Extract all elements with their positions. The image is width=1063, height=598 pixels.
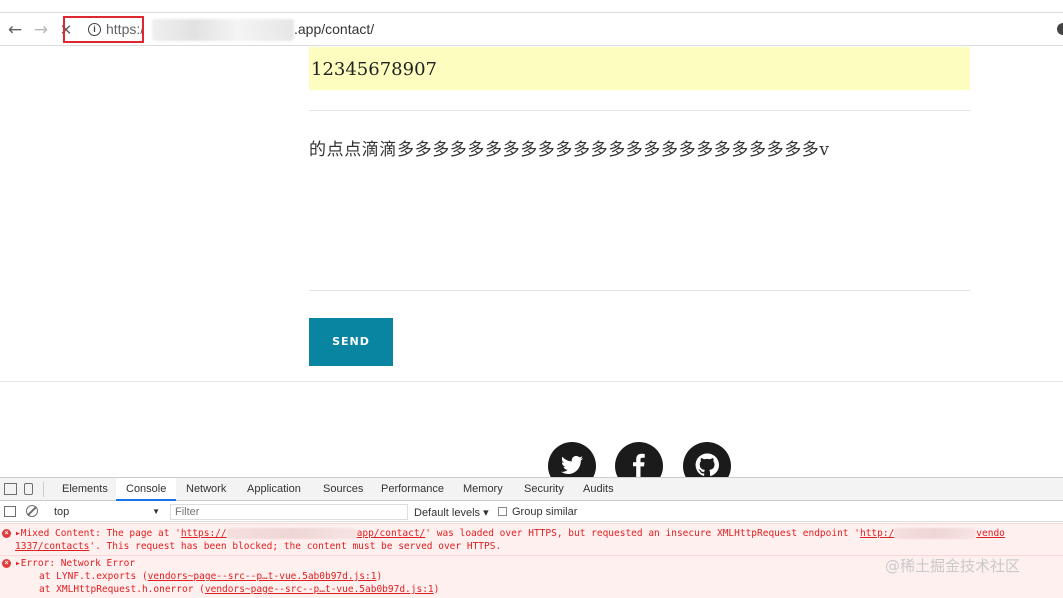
stack-frame-1-link[interactable]: vendors~page--src--p…t-vue.5ab0b97d.js:1	[148, 571, 377, 582]
endpoint-url-link[interactable]: http:/	[860, 528, 894, 539]
tab-elements[interactable]: Elements	[62, 483, 108, 495]
inspect-icon[interactable]	[4, 483, 17, 495]
message-value: 的点点滴滴多多多多多多多多多多多多多多多多多多多多多多多多v	[309, 140, 830, 160]
redacted-host	[226, 528, 357, 539]
twitter-icon	[561, 455, 583, 474]
browser-toolbar: ← → ✕ i https:/ .app/contact/	[0, 13, 1063, 46]
page-url-link[interactable]: https://	[181, 528, 227, 539]
tab-console[interactable]: Console	[126, 483, 166, 495]
url-host-redacted	[152, 19, 294, 41]
tab-audits[interactable]: Audits	[583, 483, 614, 495]
menu-edge-icon[interactable]	[1057, 23, 1063, 35]
back-arrow-icon[interactable]: ←	[4, 19, 26, 41]
console-sidebar-icon[interactable]	[4, 506, 16, 517]
tab-memory[interactable]: Memory	[463, 483, 503, 495]
levels-select[interactable]: Default levels ▾	[414, 506, 489, 519]
divider	[309, 290, 970, 291]
chevron-down-icon: ▼	[152, 507, 160, 516]
tab-performance[interactable]: Performance	[381, 483, 444, 495]
tab-application[interactable]: Application	[247, 483, 301, 495]
github-icon	[695, 453, 719, 477]
devtools-panel: Elements Console Network Application Sou…	[0, 477, 1063, 598]
message-field[interactable]: 的点点滴滴多多多多多多多多多多多多多多多多多多多多多多多多v	[309, 120, 970, 280]
context-select[interactable]: top ▼	[50, 504, 162, 520]
url-annotation-box	[63, 16, 144, 43]
mixed-content-line1: ▸Mixed Content: The page at 'https://app…	[15, 528, 1005, 539]
divider	[309, 110, 970, 111]
network-error-title[interactable]: ▸Error: Network Error	[15, 558, 135, 569]
group-similar-label: Group similar	[512, 506, 578, 518]
group-similar-checkbox[interactable]	[498, 507, 507, 516]
stack-frame-1: at LYNF.t.exports (vendors~page--src--p……	[39, 571, 383, 582]
context-value: top	[54, 506, 70, 518]
device-toolbar-icon[interactable]	[24, 483, 33, 495]
forward-arrow-icon[interactable]: →	[30, 19, 52, 41]
tab-sources[interactable]: Sources	[323, 483, 363, 495]
toolbar-separator	[43, 482, 44, 497]
error-icon: ×	[2, 529, 11, 538]
phone-value: 12345678907	[311, 59, 437, 80]
mixed-content-line2: 1337/contacts'. This request has been bl…	[15, 541, 502, 552]
phone-field[interactable]: 12345678907	[309, 47, 970, 90]
facebook-icon	[633, 453, 645, 477]
send-button[interactable]: SEND	[309, 318, 393, 366]
footer-divider	[0, 381, 1063, 382]
stack-frame-2-link[interactable]: vendors~page--src--p…t-vue.5ab0b97d.js:1	[205, 584, 434, 595]
endpoint-url-link-2[interactable]: 1337/contacts	[15, 541, 89, 552]
filter-input[interactable]	[170, 504, 408, 520]
console-filter-bar: top ▼ Default levels ▾ Group similar	[0, 502, 1063, 522]
redacted-host	[894, 528, 977, 539]
tab-network[interactable]: Network	[186, 483, 226, 495]
error-icon: ×	[2, 559, 11, 568]
url-path: .app/contact/	[294, 21, 375, 37]
watermark: @稀土掘金技术社区	[885, 557, 1021, 575]
tab-security[interactable]: Security	[524, 483, 564, 495]
devtools-tabbar: Elements Console Network Application Sou…	[0, 478, 1063, 501]
clear-console-icon[interactable]	[26, 505, 38, 517]
stack-frame-2: at XMLHttpRequest.h.onerror (vendors~pag…	[39, 584, 440, 595]
